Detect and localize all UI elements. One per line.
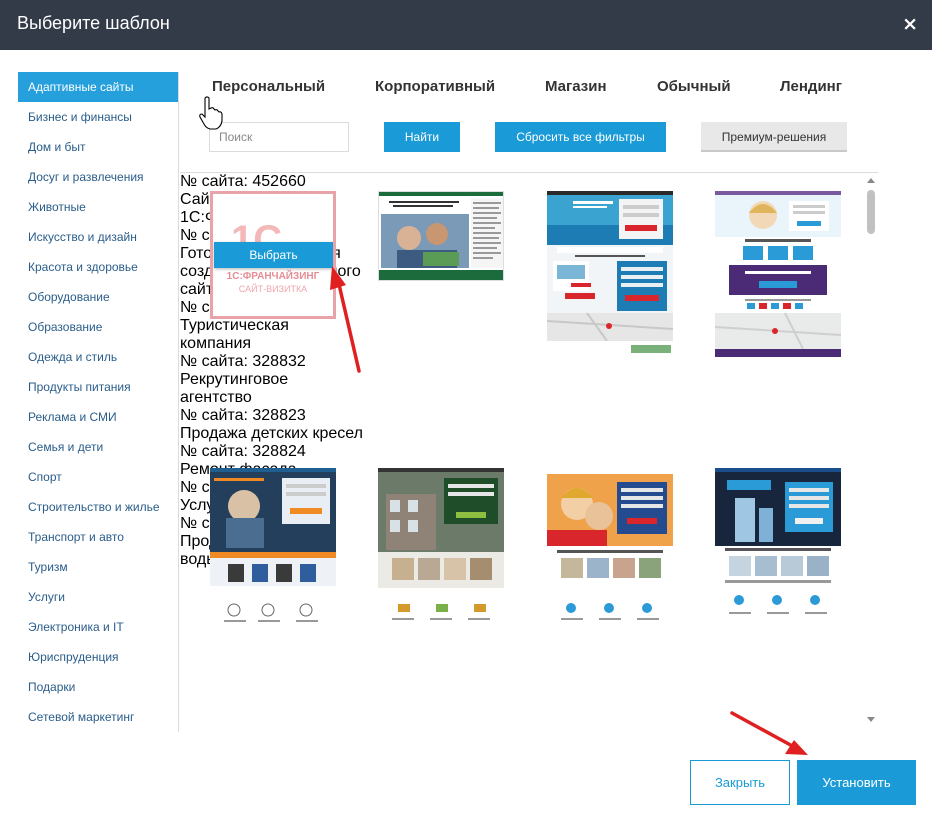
template-card[interactable] — [378, 191, 508, 281]
template-thumbnail[interactable] — [378, 468, 504, 634]
sidebar-item[interactable]: Юриспруденция — [18, 642, 178, 672]
scroll-down-icon[interactable] — [867, 717, 875, 722]
sidebar-item[interactable]: Семья и дети — [18, 432, 178, 462]
sidebar-item[interactable]: Туризм — [18, 552, 178, 582]
sidebar-item[interactable]: Реклама и СМИ — [18, 402, 178, 432]
site-number: № сайта: 328824 — [180, 443, 306, 460]
select-button[interactable]: Выбрать — [214, 242, 333, 268]
water-delivery-site-preview — [715, 468, 841, 614]
close-icon[interactable]: × — [902, 13, 918, 35]
premium-solutions-button[interactable]: Премиум-решения — [701, 122, 847, 152]
sidebar-item[interactable]: Строительство и жилье — [18, 492, 178, 522]
tab-personal[interactable]: Персональный — [212, 78, 325, 95]
template-name: агентство — [180, 389, 252, 406]
sidebar-item[interactable]: Спорт — [18, 462, 178, 492]
template-thumbnail[interactable] — [547, 468, 673, 634]
sidebar-item[interactable]: Продукты питания — [18, 372, 178, 402]
template-card[interactable] — [547, 468, 677, 634]
sidebar-item[interactable]: Образование — [18, 312, 178, 342]
recruiting-site-preview — [715, 191, 841, 357]
sidebar-item[interactable]: Бизнес и финансы — [18, 102, 178, 132]
travel-site-preview — [547, 191, 673, 357]
template-thumbnail[interactable] — [715, 191, 841, 357]
close-button[interactable]: Закрыть — [690, 760, 790, 805]
template-card[interactable] — [210, 468, 340, 634]
sidebar-item[interactable]: Адаптивные сайты — [18, 72, 178, 102]
site-number: № сайта: 452660 — [180, 173, 306, 190]
template-thumbnail[interactable] — [715, 468, 841, 634]
tab-landing[interactable]: Лендинг — [780, 78, 842, 95]
template-type-tabs: Персональный Корпоративный Магазин Обычн… — [180, 72, 870, 102]
template-thumbnail[interactable] — [547, 191, 673, 357]
scroll-up-icon[interactable] — [867, 178, 875, 183]
template-thumbnail[interactable] — [378, 191, 504, 281]
site-number: № сайта: 328823 — [180, 407, 306, 424]
template-card[interactable] — [547, 191, 677, 357]
sidebar-item[interactable]: Сетевой маркетинг — [18, 702, 178, 732]
sidebar-item[interactable]: Электроника и IT — [18, 612, 178, 642]
sidebar-item[interactable]: Услуги — [18, 582, 178, 612]
tab-shop[interactable]: Магазин — [545, 78, 607, 95]
install-button[interactable]: Установить — [797, 760, 916, 805]
template-grid: 1С 1С:ФРАНЧАЙЗИНГ САЙТ-ВИЗИТКА Выбрать №… — [180, 173, 878, 726]
template-thumbnail[interactable]: 1С 1С:ФРАНЧАЙЗИНГ САЙТ-ВИЗИТКА Выбрать — [210, 191, 336, 319]
car-seats-site-preview — [210, 468, 336, 622]
tab-regular[interactable]: Обычный — [657, 78, 731, 95]
dialog-title: Выберите шаблон — [17, 13, 170, 33]
scrollbar-thumb[interactable] — [867, 190, 875, 234]
sidebar-item[interactable]: Оборудование — [18, 282, 178, 312]
sidebar-item[interactable]: Подарки — [18, 672, 178, 702]
grid-scrollbar[interactable] — [866, 178, 876, 722]
sidebar-item[interactable]: Дом и быт — [18, 132, 178, 162]
template-card[interactable] — [715, 468, 845, 634]
thumb-caption: САЙТ-ВИЗИТКА — [238, 284, 308, 294]
tab-corporate[interactable]: Корпоративный — [375, 78, 495, 95]
category-sidebar: Адаптивные сайты Бизнес и финансы Дом и бы… — [18, 72, 179, 732]
dialog-titlebar: Выберите шаблон × — [0, 0, 932, 50]
template-card[interactable]: 1С 1С:ФРАНЧАЙЗИНГ САЙТ-ВИЗИТКА Выбрать — [210, 191, 340, 319]
sidebar-item[interactable]: Красота и здоровье — [18, 252, 178, 282]
template-card[interactable] — [715, 191, 845, 357]
sidebar-item[interactable]: Досуг и развлечения — [18, 162, 178, 192]
template-card[interactable] — [378, 468, 508, 634]
filter-toolbar: Найти Сбросить все фильтры Премиум-решен… — [180, 118, 870, 158]
speech-therapist-site-preview — [547, 468, 673, 620]
sidebar-item[interactable]: Искусство и дизайн — [18, 222, 178, 252]
sidebar-item[interactable]: Животные — [18, 192, 178, 222]
template-meta: № сайта: 328832 Рекрутинговое агентство — [180, 353, 878, 407]
template-name: Продажа детских кресел — [180, 425, 363, 442]
template-dialog: Выберите шаблон × Адаптивные сайты Бизнес… — [0, 0, 932, 815]
facade-site-preview — [378, 468, 504, 620]
school-site-preview — [379, 192, 503, 280]
sidebar-item[interactable]: Транспорт и авто — [18, 522, 178, 552]
sidebar-item[interactable]: Одежда и стиль — [18, 342, 178, 372]
thumb-caption: 1С:ФРАНЧАЙЗИНГ — [226, 271, 320, 282]
search-input[interactable] — [209, 122, 349, 152]
template-name: Рекрутинговое — [180, 371, 289, 388]
template-meta: № сайта: 328823 Продажа детских кресел — [180, 407, 878, 443]
reset-filters-button[interactable]: Сбросить все фильтры — [495, 122, 666, 152]
template-thumbnail[interactable] — [210, 468, 336, 634]
find-button[interactable]: Найти — [384, 122, 460, 152]
